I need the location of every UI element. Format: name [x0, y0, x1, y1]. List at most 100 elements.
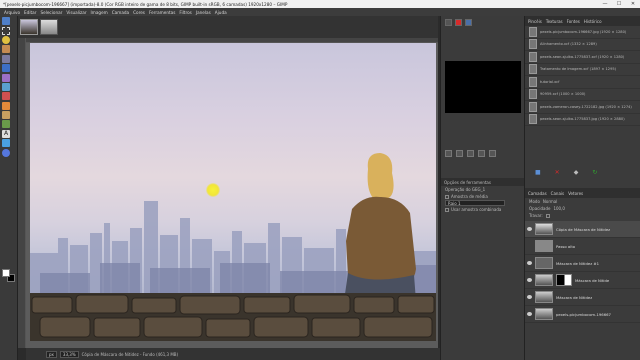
clone-tool-icon[interactable]: [2, 111, 10, 120]
document-actions: ■ ✕ ◆ ↻: [525, 166, 640, 178]
rect-select-tool-icon[interactable]: [2, 26, 10, 35]
menu-filtros[interactable]: Filtros: [177, 10, 193, 15]
list-item[interactable]: pexels-vameron-casey-1722182.jpg (1920 ×…: [525, 101, 640, 114]
list-item[interactable]: 90959.xcf (1000 × 1000): [525, 89, 640, 101]
eye-icon[interactable]: [527, 278, 532, 282]
menu-imagem[interactable]: Imagem: [89, 10, 110, 15]
vertical-ruler[interactable]: [18, 38, 26, 348]
menu-cores[interactable]: Cores: [131, 10, 147, 15]
shrink-wrap-icon[interactable]: [489, 150, 496, 157]
menu-editar[interactable]: Editar: [22, 10, 38, 15]
eye-icon[interactable]: [527, 261, 532, 265]
zoom-in-icon[interactable]: [456, 150, 463, 157]
canvas-image[interactable]: [30, 43, 436, 341]
zoom-out-icon[interactable]: [445, 150, 452, 157]
eye-icon[interactable]: [527, 295, 532, 299]
zoom-tool-icon[interactable]: [2, 148, 10, 157]
paths-tool-icon[interactable]: [2, 82, 10, 91]
radius-value: 1: [457, 201, 461, 206]
list-item[interactable]: tutorial.xcf: [525, 76, 640, 89]
menu-visualizar[interactable]: Visualizar: [64, 10, 88, 15]
list-item[interactable]: pexels-sean-sjulka-1775837.xcf (1920 × 1…: [525, 51, 640, 64]
image-tab-thumbnail[interactable]: [40, 19, 58, 35]
pattern-swatch[interactable]: [445, 18, 452, 26]
woman-figure-image: [344, 153, 416, 301]
text-tool-icon[interactable]: A: [2, 129, 10, 138]
canvas-area[interactable]: [26, 43, 438, 348]
unified-transform-tool-icon[interactable]: [2, 64, 10, 73]
clear-history-icon[interactable]: ◆: [574, 169, 579, 176]
zoom-one-icon[interactable]: [478, 150, 485, 157]
tab-patterns[interactable]: Texturas: [546, 19, 563, 24]
image-tab-thumbnail[interactable]: [20, 19, 38, 35]
document-history-list: pexels-picjumbocom-196667.jpg (1920 × 12…: [525, 26, 640, 164]
menu-ajuda[interactable]: Ajuda: [213, 10, 229, 15]
list-item[interactable]: Tratamento de Imagem.xcf (1897 × 1295): [525, 64, 640, 76]
layers-tabs: Camadas Canais Vetores: [525, 188, 640, 198]
layers-panel-header: Camadas Canais Vetores Modo Normal Opacid…: [525, 188, 640, 219]
middle-dock: Opções de ferramentas Operação do GEG_1 …: [440, 16, 525, 360]
close-button[interactable]: ✕: [626, 0, 640, 8]
document-name: pexels-sean-sjulka-1775837.xcf (1920 × 1…: [540, 54, 625, 59]
raw-output-checkbox[interactable]: [445, 194, 449, 199]
move-tool-icon[interactable]: [2, 17, 10, 26]
fg-bg-colors[interactable]: [2, 269, 16, 283]
tab-brushes[interactable]: Pincéis: [528, 19, 542, 24]
layer-row[interactable]: Máscara de Nitidez: [525, 289, 640, 306]
tab-layers[interactable]: Camadas: [528, 191, 547, 196]
foreground-color-swatch[interactable]: [2, 269, 10, 277]
smudge-tool-icon[interactable]: [2, 120, 10, 129]
tab-channels[interactable]: Canais: [551, 191, 564, 196]
eraser-tool-icon[interactable]: [2, 101, 10, 110]
document-thumbnail: [529, 89, 537, 100]
tab-fonts[interactable]: Fontes: [567, 19, 580, 24]
opacity-input[interactable]: 100,0: [553, 206, 564, 211]
eye-icon[interactable]: [527, 227, 532, 231]
layer-row[interactable]: pexels-picjumbocom-196667: [525, 306, 640, 323]
mode-select[interactable]: Normal: [543, 199, 557, 204]
eye-icon[interactable]: [527, 244, 532, 248]
unit-select[interactable]: px: [46, 350, 57, 358]
layer-row[interactable]: Máscara de Nitide: [525, 272, 640, 289]
layer-thumbnail: [535, 257, 553, 269]
zoom-select[interactable]: 33,3%: [59, 350, 79, 358]
remove-entry-icon[interactable]: ✕: [555, 169, 560, 176]
document-thumbnail: [529, 101, 537, 112]
document-thumbnail: [529, 114, 537, 125]
navigation-preview[interactable]: [445, 61, 521, 113]
minimize-button[interactable]: —: [598, 0, 612, 8]
menu-janelas[interactable]: Janelas: [194, 10, 213, 15]
radius-label: Raio: [448, 201, 457, 206]
fuzzy-select-tool-icon[interactable]: [2, 35, 10, 44]
refresh-icon[interactable]: ↻: [592, 169, 597, 176]
layer-thumbnail: [535, 274, 553, 286]
paintbrush-tool-icon[interactable]: [2, 92, 10, 101]
tool-options-tab[interactable]: Opções de ferramentas: [444, 180, 491, 185]
lock-pixels-toggle[interactable]: [545, 213, 550, 218]
menu-arquivo[interactable]: Arquivo: [2, 10, 22, 15]
list-item[interactable]: Alinhamento.xcf (1332 × 1289): [525, 39, 640, 51]
document-name: tutorial.xcf: [540, 79, 560, 84]
maximize-button[interactable]: ☐: [612, 0, 626, 8]
zoom-fit-icon[interactable]: [467, 150, 474, 157]
accent-red-swatch[interactable]: [455, 18, 462, 26]
warp-transform-tool-icon[interactable]: [2, 73, 10, 82]
list-item[interactable]: pexels-picjumbocom-196667.jpg (1920 × 12…: [525, 26, 640, 39]
sample-merged-checkbox[interactable]: [445, 207, 449, 212]
layer-name: Cópia de Máscara de Nitidez: [556, 226, 611, 232]
open-image-icon[interactable]: ■: [535, 169, 541, 176]
layer-row[interactable]: Cópia de Máscara de Nitidez: [525, 221, 640, 238]
menu-ferramentas[interactable]: Ferramentas: [147, 10, 177, 15]
eye-icon[interactable]: [527, 312, 532, 316]
menu-camada[interactable]: Camada: [110, 10, 131, 15]
crop-tool-icon[interactable]: [2, 54, 10, 63]
free-select-tool-icon[interactable]: [2, 45, 10, 54]
gradient-swatch[interactable]: [465, 18, 472, 26]
menu-selecionar[interactable]: Selecionar: [38, 10, 64, 15]
tab-paths[interactable]: Vetores: [568, 191, 583, 196]
color-picker-tool-icon[interactable]: [2, 139, 10, 148]
layer-row[interactable]: Passo alto: [525, 238, 640, 255]
list-item[interactable]: pexels-sean-sjulka-1775837.jpg (1920 × 2…: [525, 114, 640, 126]
tab-history[interactable]: Histórico: [584, 19, 602, 24]
layer-row[interactable]: Máscara de Nitidez #1: [525, 255, 640, 272]
